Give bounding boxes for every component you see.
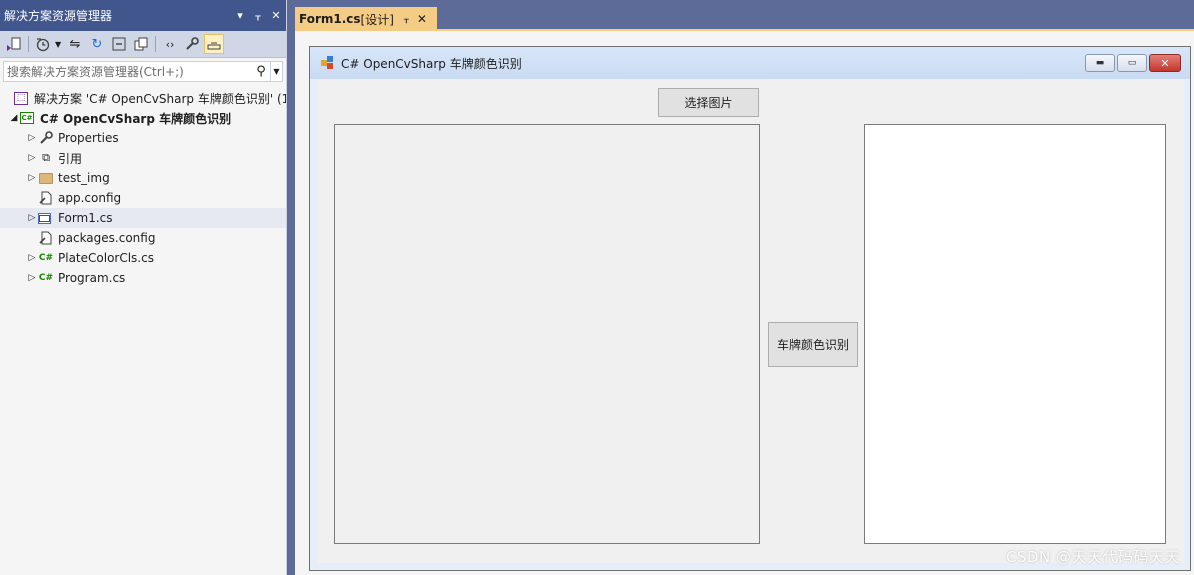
form-titlebar: C# OpenCvSharp 车牌颜色识别 ▬ ▭ ✕ xyxy=(310,47,1190,79)
sync-with-active-document-icon[interactable]: ⇋ xyxy=(65,34,85,54)
solution-explorer-panel: 解决方案资源管理器 ▾ ᚁ ✕ ▼ ⇋ ↻ ‹› ⚲ ▼ xyxy=(0,0,287,575)
properties-wrench-icon[interactable] xyxy=(182,34,202,54)
csharp-file-icon: C# xyxy=(38,273,54,283)
select-image-button[interactable]: 选择图片 xyxy=(658,88,759,117)
tree-item-test-img[interactable]: ▷ test_img xyxy=(0,168,286,188)
tree-item-form1[interactable]: ▷ Form1.cs xyxy=(0,208,286,228)
show-all-files-icon[interactable] xyxy=(131,34,151,54)
toolbar-separator xyxy=(155,36,156,52)
search-icon[interactable]: ⚲ xyxy=(252,64,270,79)
tab-pin-icon[interactable]: ᚁ xyxy=(404,14,409,25)
tree-item-label: 引用 xyxy=(58,151,83,166)
tree-item-label: app.config xyxy=(58,191,122,205)
tree-item-references[interactable]: ▷ ⧉ 引用 xyxy=(0,148,286,168)
csharp-project-icon: C# xyxy=(20,112,34,124)
tree-item-label: PlateColorCls.cs xyxy=(58,251,154,265)
tree-item-app-config[interactable]: app.config xyxy=(0,188,286,208)
tree-item-label: Program.cs xyxy=(58,271,126,285)
toolbar-separator xyxy=(28,36,29,52)
config-file-icon xyxy=(38,190,54,206)
form-caption-buttons: ▬ ▭ ✕ xyxy=(1085,54,1181,72)
designed-form-window[interactable]: C# OpenCvSharp 车牌颜色识别 ▬ ▭ ✕ 选择图片 车牌颜色识别 xyxy=(309,46,1191,571)
document-tab-well: Form1.cs [设计] ᚁ ✕ xyxy=(295,0,1194,31)
tree-item-project[interactable]: ◢ C# C# OpenCvSharp 车牌颜色识别 xyxy=(0,108,286,128)
form-designer-surface: C# OpenCvSharp 车牌颜色识别 ▬ ▭ ✕ 选择图片 车牌颜色识别 … xyxy=(295,31,1194,575)
tab-close-icon[interactable]: ✕ xyxy=(417,12,427,26)
collapsed-arrow-icon[interactable]: ▷ xyxy=(26,273,38,283)
close-icon[interactable]: ✕ xyxy=(268,9,284,22)
pending-changes-filter-icon[interactable] xyxy=(33,34,53,54)
tree-item-program[interactable]: ▷ C# Program.cs xyxy=(0,268,286,288)
chevron-down-icon[interactable]: ▼ xyxy=(55,40,63,49)
tree-item-label: packages.config xyxy=(58,231,156,245)
collapsed-arrow-icon[interactable]: ▷ xyxy=(26,253,38,263)
refresh-icon[interactable]: ↻ xyxy=(87,34,107,54)
form-app-icon xyxy=(321,56,335,70)
tree-item-packages-config[interactable]: packages.config xyxy=(0,228,286,248)
solution-explorer-titlebar: 解决方案资源管理器 ▾ ᚁ ✕ xyxy=(0,0,286,31)
form-client-area: 选择图片 车牌颜色识别 xyxy=(318,79,1184,563)
project-label: C# OpenCvSharp 车牌颜色识别 xyxy=(40,111,232,126)
collapsed-arrow-icon[interactable]: ▷ xyxy=(26,153,38,163)
tree-item-label: Properties xyxy=(58,131,119,145)
minimize-icon[interactable]: ▬ xyxy=(1085,54,1115,72)
tree-item-platecolorcls[interactable]: ▷ C# PlateColorCls.cs xyxy=(0,248,286,268)
form-title: C# OpenCvSharp 车牌颜色识别 xyxy=(341,56,522,71)
tab-name: Form1.cs xyxy=(299,12,361,26)
tree-item-solution[interactable]: ⬚ 解决方案 'C# OpenCvSharp 车牌颜色识别' (1 xyxy=(0,88,286,108)
csharp-file-icon: C# xyxy=(38,253,54,263)
collapse-all-icon[interactable] xyxy=(109,34,129,54)
search-options-dropdown-icon[interactable]: ▼ xyxy=(270,62,282,81)
window-position-dropdown-icon[interactable]: ▾ xyxy=(232,9,248,22)
search-input[interactable] xyxy=(4,62,252,81)
pin-icon[interactable]: ᚁ xyxy=(250,9,266,22)
folder-icon xyxy=(39,172,53,184)
csdn-watermark: CSDN @天天代码码天天 xyxy=(1005,548,1180,566)
references-icon: ⧉ xyxy=(42,151,50,164)
tab-form1-design[interactable]: Form1.cs [设计] ᚁ ✕ xyxy=(295,7,437,31)
solution-explorer-search[interactable]: ⚲ ▼ xyxy=(3,61,283,82)
tree-item-label: test_img xyxy=(58,171,110,185)
source-picture-box[interactable] xyxy=(334,124,760,544)
solution-label: 解决方案 'C# OpenCvSharp 车牌颜色识别' (1 xyxy=(34,91,286,106)
solution-tree: ⬚ 解决方案 'C# OpenCvSharp 车牌颜色识别' (1 ◢ C# C… xyxy=(0,88,286,288)
tree-item-label: Form1.cs xyxy=(58,211,113,225)
preview-selected-items-icon[interactable] xyxy=(204,34,224,54)
wrench-icon xyxy=(38,130,54,146)
maximize-icon[interactable]: ▭ xyxy=(1117,54,1147,72)
collapsed-arrow-icon[interactable]: ▷ xyxy=(26,133,38,143)
collapsed-arrow-icon[interactable]: ▷ xyxy=(26,213,38,223)
form-icon xyxy=(38,212,51,224)
collapsed-arrow-icon[interactable]: ▷ xyxy=(26,173,38,183)
solution-explorer-toolbar: ▼ ⇋ ↻ ‹› xyxy=(0,31,286,58)
plate-color-recognize-button[interactable]: 车牌颜色识别 xyxy=(768,322,858,367)
config-file-icon xyxy=(38,230,54,246)
result-picture-box[interactable] xyxy=(864,124,1166,544)
close-window-icon[interactable]: ✕ xyxy=(1149,54,1181,72)
tab-suffix: [设计] xyxy=(360,12,394,27)
view-code-icon[interactable]: ‹› xyxy=(160,34,180,54)
switch-views-icon[interactable] xyxy=(4,34,24,54)
solution-icon: ⬚ xyxy=(14,91,28,105)
solution-explorer-title: 解决方案资源管理器 xyxy=(4,9,113,23)
tree-item-properties[interactable]: ▷ Properties xyxy=(0,128,286,148)
expanded-arrow-icon[interactable]: ◢ xyxy=(8,113,20,123)
